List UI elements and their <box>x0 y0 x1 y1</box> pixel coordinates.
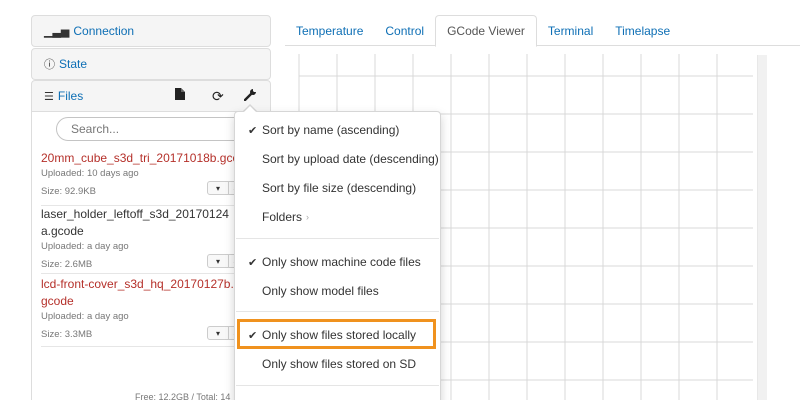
file-menu-button[interactable]: ▾ <box>207 326 229 340</box>
menu-item-label: Sort by upload date (descending) <box>262 152 439 166</box>
file-name[interactable]: laser_holder_leftoff_s3d_20170124a.gcode <box>41 206 236 240</box>
connection-label: Connection <box>73 24 135 38</box>
file-menu-button[interactable]: ▾ <box>207 254 229 268</box>
menu-sort-name[interactable]: ✔ Sort by name (ascending) <box>236 116 439 144</box>
menu-filter-machine-code[interactable]: ✔ Only show machine code files <box>236 248 439 276</box>
file-name[interactable]: 20mm_cube_s3d_tri_20171018b.gcode <box>41 150 241 167</box>
menu-item-label: Folders <box>262 210 303 224</box>
file-item[interactable]: lcd-front-cover_s3d_hq_20170127b.gcode U… <box>41 276 271 347</box>
files-label: Files <box>57 89 84 103</box>
menu-folders[interactable]: Folders › <box>236 203 439 231</box>
check-icon: ✔ <box>248 256 258 269</box>
menu-filter-model[interactable]: Only show model files <box>236 277 439 305</box>
tab-bar: Temperature Control GCode Viewer Termina… <box>285 15 800 47</box>
tab-gcode-viewer[interactable]: GCode Viewer <box>435 15 537 47</box>
state-panel-header[interactable]: ⓘ State <box>31 48 271 80</box>
chevron-right-icon: › <box>306 212 310 222</box>
state-label: State <box>59 57 88 71</box>
list-icon: ☰ <box>44 90 54 103</box>
menu-divider <box>236 238 439 239</box>
tab-timelapse[interactable]: Timelapse <box>604 15 681 46</box>
new-file-icon[interactable] <box>175 88 185 100</box>
menu-item-label: Only show model files <box>262 284 379 298</box>
file-uploaded: Uploaded: a day ago <box>41 241 129 252</box>
menu-divider <box>236 385 439 386</box>
free-space-text: Free: 12.2GB / Total: 14 <box>135 392 231 400</box>
menu-item-label: Only show files stored on SD <box>262 357 417 371</box>
file-item[interactable]: 20mm_cube_s3d_tri_20171018b.gcode Upload… <box>41 150 271 206</box>
menu-sort-upload-date[interactable]: Sort by upload date (descending) <box>236 145 439 173</box>
tab-temperature[interactable]: Temperature <box>285 15 374 46</box>
file-uploaded: Uploaded: 10 days ago <box>41 168 139 179</box>
tab-terminal[interactable]: Terminal <box>537 15 604 46</box>
info-icon: ⓘ <box>44 59 55 71</box>
search-input[interactable] <box>56 117 256 141</box>
connection-panel-header[interactable]: ▁▃▅ Connection <box>31 15 271 47</box>
signal-icon: ▁▃▅ <box>44 25 70 38</box>
menu-caret-inner <box>244 106 256 112</box>
files-panel-header[interactable]: ☰ Files <box>31 80 271 112</box>
file-name[interactable]: lcd-front-cover_s3d_hq_20170127b.gcode <box>41 276 236 310</box>
wrench-icon[interactable] <box>244 88 257 101</box>
viewer-scrollbar[interactable] <box>757 55 767 400</box>
file-uploaded: Uploaded: a day ago <box>41 311 129 322</box>
menu-item-label: Sort by name (ascending) <box>262 123 400 137</box>
check-icon: ✔ <box>248 124 258 137</box>
tab-control[interactable]: Control <box>374 15 435 46</box>
file-menu-button[interactable]: ▾ <box>207 181 229 195</box>
refresh-icon[interactable]: ⟳ <box>212 88 224 105</box>
menu-item-label: Only show machine code files <box>262 255 421 269</box>
menu-divider <box>236 311 439 312</box>
menu-filter-sd[interactable]: Only show files stored on SD <box>236 350 439 378</box>
highlight-box <box>237 319 436 349</box>
file-item[interactable]: laser_holder_leftoff_s3d_20170124a.gcode… <box>41 206 271 274</box>
menu-item-label: Sort by file size (descending) <box>262 181 417 195</box>
menu-sort-file-size[interactable]: Sort by file size (descending) <box>236 174 439 202</box>
